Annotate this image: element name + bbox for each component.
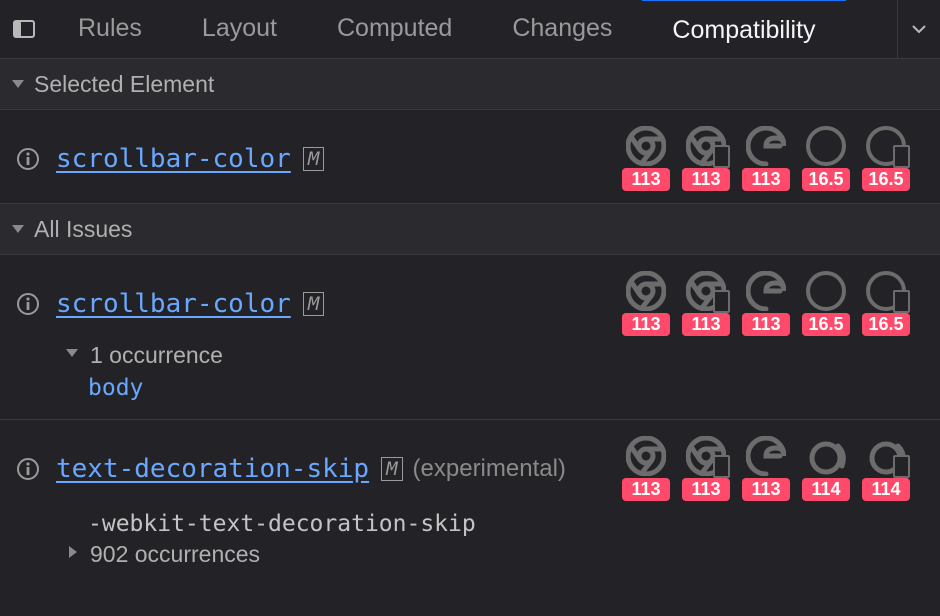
css-property-link[interactable]: text-decoration-skip [56, 454, 369, 484]
browser-safari-mobile[interactable]: 16.5 [860, 271, 912, 336]
browser-safari[interactable]: 16.5 [800, 126, 852, 191]
version-badge: 113 [682, 168, 730, 191]
occurrence-count: 1 occurrence [90, 342, 223, 369]
section-selected-element[interactable]: Selected Element [0, 59, 940, 110]
version-badge: 16.5 [862, 313, 910, 336]
version-badge: 16.5 [802, 313, 850, 336]
chrome-icon [626, 436, 666, 476]
tab-overflow[interactable] [897, 0, 940, 58]
version-badge: 113 [742, 168, 790, 191]
browser-edge[interactable]: 113 [740, 126, 792, 191]
section-all-issues[interactable]: All Issues [0, 204, 940, 255]
info-icon[interactable] [16, 147, 40, 171]
version-badge: 113 [622, 168, 670, 191]
chrome-mobile-icon [686, 271, 726, 311]
css-selector[interactable]: body [64, 369, 924, 403]
info-icon[interactable] [16, 457, 40, 481]
browser-chrome[interactable]: 113 [620, 271, 672, 336]
twisty-right-icon [64, 544, 80, 565]
chrome-icon [626, 271, 666, 311]
twisty-down-icon [64, 345, 80, 366]
browser-support: 113 113 113 114 114 [620, 436, 924, 501]
tab-changes[interactable]: Changes [482, 0, 642, 57]
browser-support: 113 113 113 16.5 16.5 [620, 271, 924, 336]
version-badge: 16.5 [802, 168, 850, 191]
issue-row: text-decoration-skip M (experimental) 11… [0, 420, 940, 584]
version-badge: 114 [802, 478, 850, 501]
browser-edge[interactable]: 113 [740, 271, 792, 336]
chrome-mobile-icon [686, 436, 726, 476]
panel-tabs: Rules Layout Computed Changes Compatibil… [48, 0, 897, 59]
css-property-link[interactable]: scrollbar-color [56, 289, 291, 319]
chrome-mobile-icon [686, 126, 726, 166]
issue-row: scrollbar-color M 113 113 113 16.5 16.5 1 oc… [0, 255, 940, 420]
section-title: All Issues [34, 216, 132, 243]
twisty-down-icon [10, 221, 26, 237]
version-badge: 113 [682, 313, 730, 336]
browser-chrome[interactable]: 113 [620, 126, 672, 191]
mdn-badge[interactable]: M [381, 457, 402, 481]
browser-chrome-mobile[interactable]: 113 [680, 271, 732, 336]
tab-compatibility[interactable]: Compatibility [642, 0, 845, 59]
version-badge: 113 [742, 313, 790, 336]
tab-layout[interactable]: Layout [172, 0, 307, 57]
occurrences-toggle[interactable]: 1 occurrence [64, 342, 924, 369]
version-badge: 113 [682, 478, 730, 501]
mobile-indicator-icon [713, 145, 730, 168]
css-property-link[interactable]: scrollbar-color [56, 144, 291, 174]
issue-row: scrollbar-color M 113 113 113 16.5 16.5 [0, 110, 940, 204]
twisty-down-icon [10, 76, 26, 92]
mobile-indicator-icon [893, 145, 910, 168]
occurrence-count: 902 occurrences [90, 541, 260, 568]
tab-computed[interactable]: Computed [307, 0, 482, 57]
mdn-badge[interactable]: M [303, 292, 324, 316]
edge-icon [746, 271, 786, 311]
dock-toggle[interactable] [0, 0, 48, 58]
mobile-indicator-icon [893, 290, 910, 313]
experimental-tag: (experimental) [413, 455, 566, 483]
occurrences-toggle[interactable]: 902 occurrences [64, 541, 924, 568]
browser-safari-mobile[interactable]: 16.5 [860, 126, 912, 191]
version-badge: 114 [862, 478, 910, 501]
chrome-icon [626, 126, 666, 166]
safari-mobile-icon [866, 271, 906, 311]
browser-safari[interactable]: 16.5 [800, 271, 852, 336]
browser-firefox-mobile[interactable]: 114 [860, 436, 912, 501]
section-title: Selected Element [34, 71, 214, 98]
browser-firefox[interactable]: 114 [800, 436, 852, 501]
version-badge: 113 [742, 478, 790, 501]
browser-edge[interactable]: 113 [740, 436, 792, 501]
mobile-indicator-icon [713, 290, 730, 313]
firefox-icon [806, 436, 846, 476]
edge-icon [746, 436, 786, 476]
firefox-mobile-icon [866, 436, 906, 476]
safari-icon [806, 126, 846, 166]
mobile-indicator-icon [893, 455, 910, 478]
mdn-badge[interactable]: M [303, 147, 324, 171]
browser-support: 113 113 113 16.5 16.5 [620, 126, 924, 191]
info-icon[interactable] [16, 292, 40, 316]
mobile-indicator-icon [713, 455, 730, 478]
version-badge: 113 [622, 313, 670, 336]
version-badge: 16.5 [862, 168, 910, 191]
browser-chrome[interactable]: 113 [620, 436, 672, 501]
browser-chrome-mobile[interactable]: 113 [680, 126, 732, 191]
property-alias: -webkit-text-decoration-skip [64, 507, 924, 541]
safari-icon [806, 271, 846, 311]
edge-icon [746, 126, 786, 166]
tab-rules[interactable]: Rules [48, 0, 172, 57]
version-badge: 113 [622, 478, 670, 501]
browser-chrome-mobile[interactable]: 113 [680, 436, 732, 501]
safari-mobile-icon [866, 126, 906, 166]
